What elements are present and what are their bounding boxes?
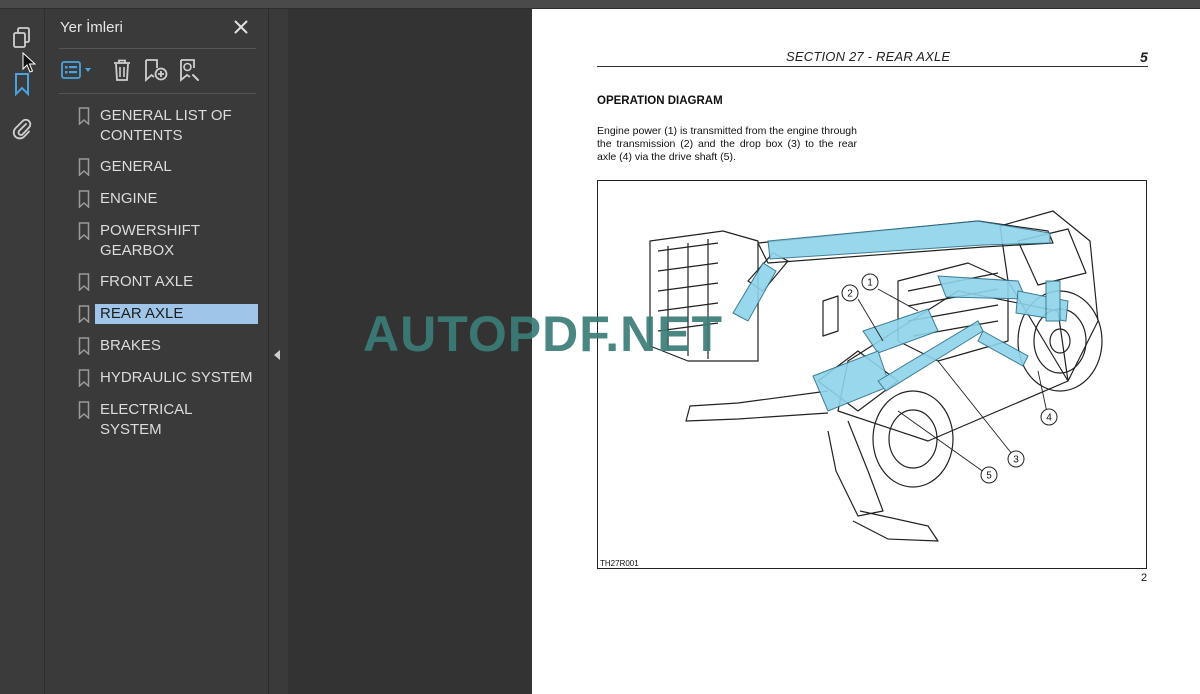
section-heading: OPERATION DIAGRAM: [597, 95, 723, 107]
bookmarks-panel: Yer İmleri GENERAL LIST OF CONTENTS GENE…: [45, 9, 269, 694]
bookmark-label: ELECTRICAL SYSTEM: [100, 401, 192, 438]
pages-icon[interactable]: [7, 23, 37, 53]
bookmark-label: GENERAL LIST OF CONTENTS: [100, 107, 232, 144]
bookmark-ribbon-icon: [73, 190, 95, 210]
page-header-number: 5: [1140, 49, 1148, 65]
bookmark-item-engine[interactable]: ENGINE: [73, 187, 265, 212]
bookmark-item-electrical-system[interactable]: ELECTRICAL SYSTEM: [73, 398, 265, 442]
bookmark-ribbon-icon: [73, 337, 95, 357]
mouse-cursor-icon: [22, 51, 37, 79]
side-rail: [0, 9, 45, 694]
bookmark-label: FRONT AXLE: [100, 273, 194, 290]
bookmark-item-general-list-of-contents[interactable]: GENERAL LIST OF CONTENTS: [73, 104, 265, 148]
callout-3: 3: [1013, 455, 1019, 466]
bookmark-item-hydraulic-system[interactable]: HYDRAULIC SYSTEM: [73, 366, 265, 391]
bookmark-item-front-axle[interactable]: FRONT AXLE: [73, 270, 265, 295]
panel-title: Yer İmleri: [60, 19, 123, 36]
add-bookmark-icon[interactable]: [143, 55, 169, 85]
bookmark-ribbon-icon: [73, 401, 95, 421]
bookmark-label: POWERSHIFT GEARBOX: [100, 222, 200, 259]
bookmark-label: BRAKES: [100, 337, 161, 354]
bookmark-ribbon-icon: [73, 222, 95, 242]
callout-4: 4: [1046, 413, 1052, 424]
delete-bookmark-icon[interactable]: [109, 55, 135, 85]
find-bookmark-icon[interactable]: [177, 55, 203, 85]
bookmark-item-rear-axle[interactable]: REAR AXLE: [73, 302, 265, 327]
bookmark-item-general[interactable]: GENERAL: [73, 155, 265, 180]
divider: [59, 93, 256, 94]
machine-illustration: 1 2 3 4 5: [649, 210, 1103, 542]
body-paragraph: Engine power (1) is transmitted from the…: [597, 125, 857, 163]
callout-1: 1: [867, 278, 873, 289]
app-top-bar: [0, 0, 1200, 9]
bookmark-ribbon-icon: [73, 369, 95, 389]
close-icon[interactable]: [230, 16, 252, 38]
header-rule: [597, 66, 1148, 67]
figure-code: TH27R001: [600, 559, 639, 568]
callout-2: 2: [847, 289, 853, 300]
collapse-panel-icon[interactable]: [270, 340, 284, 370]
bookmark-ribbon-icon: [73, 107, 95, 127]
bookmark-label: GENERAL: [100, 158, 172, 175]
bookmark-ribbon-icon: [73, 158, 95, 178]
bookmark-item-powershift-gearbox[interactable]: POWERSHIFT GEARBOX: [73, 219, 265, 263]
bookmark-label: ENGINE: [100, 190, 158, 207]
watermark-text: AUTOPDF.NET: [363, 306, 724, 362]
bookmark-label: HYDRAULIC SYSTEM: [100, 369, 253, 386]
bookmark-list: GENERAL LIST OF CONTENTS GENERAL ENGINE …: [73, 104, 265, 449]
bookmark-item-brakes[interactable]: BRAKES: [73, 334, 265, 359]
attachment-icon[interactable]: [7, 113, 37, 143]
callout-5: 5: [986, 471, 992, 482]
options-icon[interactable]: [59, 55, 95, 85]
bookmarks-toolbar: [59, 55, 259, 85]
operation-diagram-figure: 1 2 3 4 5 TH27R001: [597, 180, 1147, 569]
figure-number: 2: [1141, 572, 1148, 584]
bookmark-label: REAR AXLE: [95, 304, 258, 324]
page-header-section: SECTION 27 - REAR AXLE: [786, 49, 951, 64]
bookmark-ribbon-icon: [73, 273, 95, 293]
divider: [59, 48, 256, 49]
bookmark-ribbon-icon: [73, 305, 95, 325]
